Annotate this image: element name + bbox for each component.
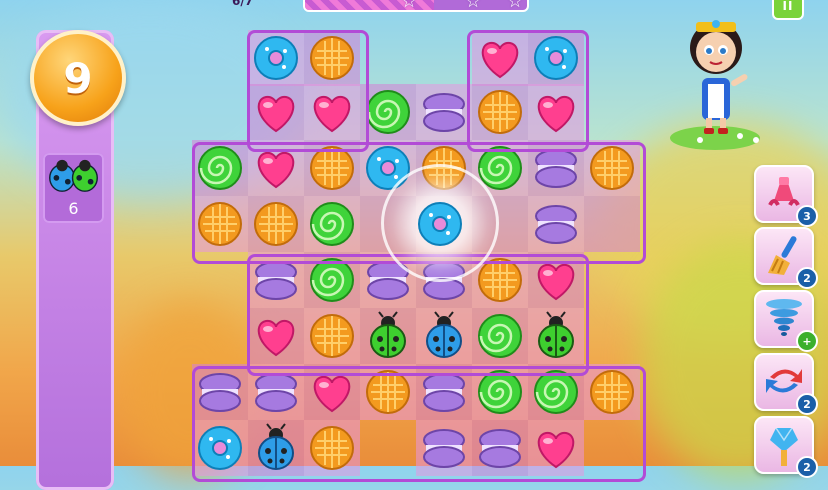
heart-piece[interactable] bbox=[248, 84, 304, 140]
heart-piece[interactable] bbox=[248, 140, 304, 196]
waffle-piece[interactable] bbox=[304, 308, 360, 364]
board-cell[interactable] bbox=[584, 196, 640, 252]
donut-piece[interactable] bbox=[192, 420, 248, 476]
heart-piece[interactable] bbox=[304, 364, 360, 420]
booster-add-badge: + bbox=[796, 330, 818, 352]
macaron-piece[interactable] bbox=[248, 252, 304, 308]
ladybug-green-piece[interactable] bbox=[360, 308, 416, 364]
donut-piece[interactable] bbox=[528, 30, 584, 86]
macaron-piece[interactable] bbox=[528, 140, 584, 196]
waffle-piece[interactable] bbox=[472, 84, 528, 140]
waffle-piece[interactable] bbox=[584, 140, 640, 196]
macaron-piece[interactable] bbox=[248, 364, 304, 420]
waffle-piece[interactable] bbox=[304, 30, 360, 86]
macaron-piece[interactable] bbox=[416, 420, 472, 476]
booster-count-badge: 2 bbox=[796, 267, 818, 289]
heart-piece[interactable] bbox=[528, 420, 584, 476]
broom-booster[interactable]: 2 bbox=[754, 227, 818, 289]
macaron-piece[interactable] bbox=[528, 196, 584, 252]
booster-count-badge: 3 bbox=[796, 205, 818, 227]
heart-piece[interactable] bbox=[248, 308, 304, 364]
macaron-piece[interactable] bbox=[416, 84, 472, 140]
booster-count-badge: 2 bbox=[796, 456, 818, 478]
pause-button[interactable]: II bbox=[772, 0, 804, 20]
booster-count-badge: 2 bbox=[796, 393, 818, 415]
heart-piece[interactable] bbox=[304, 84, 360, 140]
waffle-piece[interactable] bbox=[248, 196, 304, 252]
pause-icon: II bbox=[782, 0, 794, 13]
claw-booster[interactable]: 3 bbox=[754, 165, 818, 227]
roll-piece[interactable] bbox=[528, 364, 584, 420]
roll-piece[interactable] bbox=[304, 196, 360, 252]
ladybug-green-piece[interactable] bbox=[528, 308, 584, 364]
ladybug-blue-piece[interactable] bbox=[416, 308, 472, 364]
princess-character bbox=[670, 20, 760, 150]
waffle-piece[interactable] bbox=[584, 364, 640, 420]
hammer-booster[interactable]: 2 bbox=[754, 416, 818, 478]
macaron-piece[interactable] bbox=[416, 364, 472, 420]
highlighted-donut-piece[interactable] bbox=[412, 196, 468, 252]
waffle-piece[interactable] bbox=[360, 364, 416, 420]
heart-piece[interactable] bbox=[472, 30, 528, 86]
roll-piece[interactable] bbox=[472, 308, 528, 364]
roll-piece[interactable] bbox=[360, 84, 416, 140]
heart-piece[interactable] bbox=[528, 84, 584, 140]
tornado-booster[interactable]: + bbox=[754, 290, 818, 352]
swap-booster[interactable]: 2 bbox=[754, 353, 818, 415]
waffle-piece[interactable] bbox=[192, 196, 248, 252]
macaron-piece[interactable] bbox=[192, 364, 248, 420]
waffle-piece[interactable] bbox=[304, 420, 360, 476]
roll-piece[interactable] bbox=[304, 252, 360, 308]
roll-piece[interactable] bbox=[472, 364, 528, 420]
waffle-piece[interactable] bbox=[304, 140, 360, 196]
heart-piece[interactable] bbox=[528, 252, 584, 308]
ladybug-blue-piece[interactable] bbox=[248, 420, 304, 476]
roll-piece[interactable] bbox=[192, 140, 248, 196]
donut-piece[interactable] bbox=[248, 30, 304, 86]
macaron-piece[interactable] bbox=[472, 420, 528, 476]
